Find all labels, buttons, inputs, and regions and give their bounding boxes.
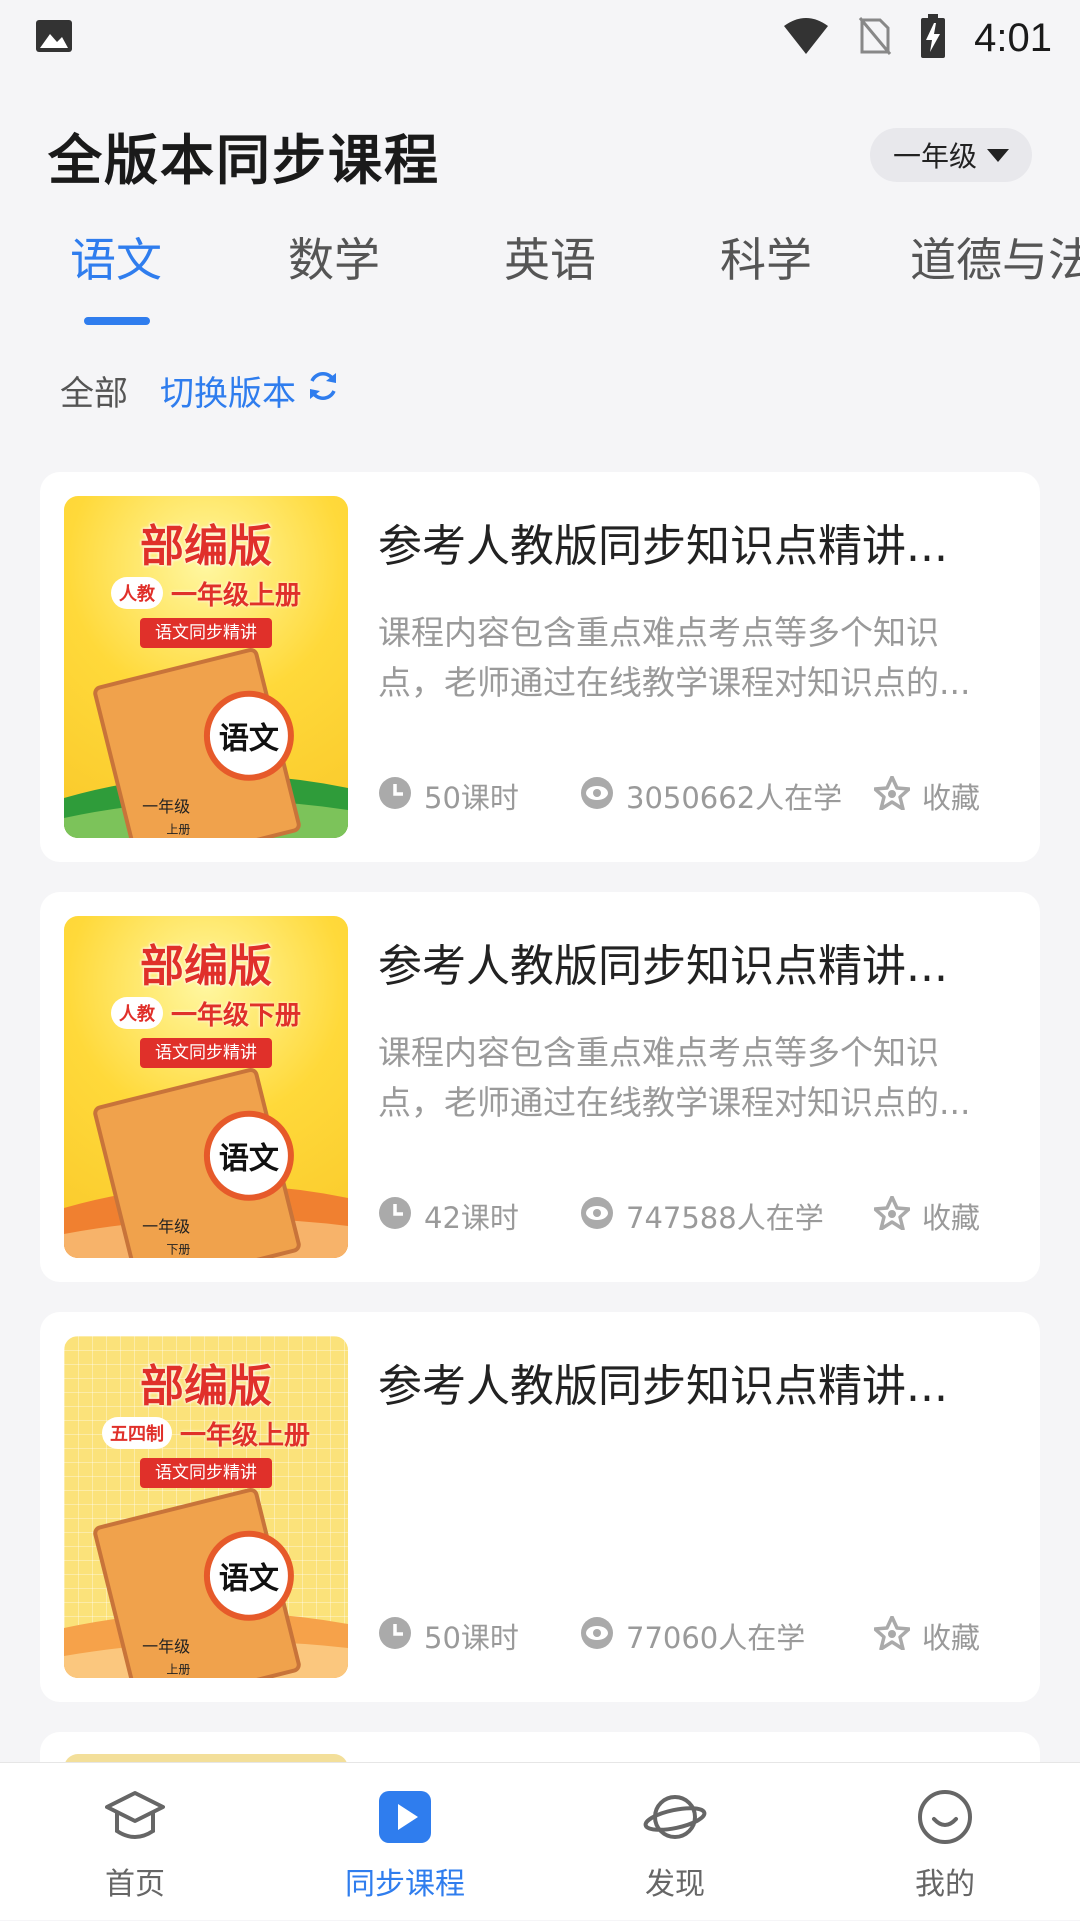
nav-mine[interactable]: 我的	[810, 1763, 1080, 1921]
nav-discover[interactable]: 发现	[540, 1763, 810, 1921]
tab-chinese[interactable]: 语文	[70, 220, 162, 320]
cover-subtitle: 语文同步精讲	[140, 1458, 272, 1488]
course-card[interactable]: 部编版 人教 一年级上册 语文同步精讲 语文 一年级 上册 参考人教版同步知识点…	[40, 472, 1040, 862]
course-title: 参考人教版同步知识点精讲...	[378, 521, 948, 572]
nav-mine-label: 我的	[915, 1867, 975, 1902]
planet-icon	[643, 1789, 707, 1849]
eye-icon	[580, 1616, 614, 1657]
course-meta: 42课时 747588人在学 收藏	[378, 1192, 1018, 1240]
tab-math[interactable]: 数学	[288, 220, 380, 320]
learner-count: 77060人在学	[580, 1612, 805, 1660]
favorite-button[interactable]: 收藏	[873, 772, 980, 820]
course-title: 参考人教版同步知识点精讲...	[378, 1361, 948, 1412]
clock-icon	[378, 1196, 412, 1237]
nav-sync-courses[interactable]: 同步课程	[270, 1763, 540, 1921]
course-cover-image: 部编版 人教 一年级下册 语文同步精讲 语文 一年级 下册	[64, 916, 348, 1258]
tab-english[interactable]: 英语	[504, 220, 596, 320]
lesson-count: 42课时	[378, 1192, 519, 1240]
no-sim-icon	[858, 16, 892, 60]
favorite-button[interactable]: 收藏	[873, 1612, 980, 1660]
page-title: 全版本同步课程	[48, 128, 440, 192]
grade-selector[interactable]: 一年级	[870, 128, 1032, 182]
switch-edition-label: 切换版本	[160, 373, 296, 414]
subject-tabs: 语文 数学 英语 科学 道德与法	[0, 220, 1080, 330]
cover-book: 语文 一年级 下册	[91, 1066, 303, 1258]
cover-badge: 五四制	[101, 1417, 172, 1449]
course-cover-image: 部编版 五四制 一年级上册 语文同步精讲 语文 一年级 上册	[64, 1336, 348, 1678]
learner-count: 747588人在学	[580, 1192, 824, 1240]
active-tab-indicator	[84, 317, 150, 325]
star-icon	[873, 1194, 911, 1237]
image-notification-icon	[34, 18, 74, 58]
filter-all[interactable]: 全部	[60, 366, 128, 415]
cover-title: 部编版	[140, 521, 272, 572]
cover-subtitle: 语文同步精讲	[140, 618, 272, 648]
course-meta: 50课时 77060人在学 收藏	[378, 1612, 1018, 1660]
nav-home[interactable]: 首页	[0, 1763, 270, 1921]
cover-badge: 人教	[110, 997, 163, 1029]
switch-edition-button[interactable]: 切换版本	[160, 366, 340, 415]
eye-icon	[580, 776, 614, 817]
cover-book: 语文 一年级 上册	[91, 1486, 303, 1678]
course-card[interactable]: 部编版 五四制 一年级上册 语文同步精讲 语文 一年级 上册 参考人教版同步知识…	[40, 1312, 1040, 1702]
eye-icon	[580, 1196, 614, 1237]
header: 全版本同步课程 一年级	[0, 110, 1080, 200]
cover-grade: 一年级下册	[170, 1000, 301, 1031]
nav-home-label: 首页	[105, 1867, 165, 1902]
star-icon	[873, 774, 911, 817]
course-description: 课程内容包含重点难点考点等多个知识 点，老师通过在线教学课程对知识点的...	[378, 613, 971, 702]
course-meta: 50课时 3050662人在学 收藏	[378, 772, 1018, 820]
course-description: 课程内容包含重点难点考点等多个知识 点，老师通过在线教学课程对知识点的...	[378, 1033, 971, 1122]
smile-icon	[917, 1789, 973, 1849]
lesson-count: 50课时	[378, 772, 519, 820]
clock-icon	[378, 1616, 412, 1657]
play-icon	[377, 1789, 433, 1849]
course-title: 参考人教版同步知识点精讲...	[378, 941, 948, 992]
nav-discover-label: 发现	[645, 1867, 705, 1902]
bottom-navigation: 首页 同步课程 发现 我的	[0, 1762, 1080, 1920]
wifi-icon	[782, 16, 830, 60]
caret-down-icon	[987, 148, 1009, 162]
cover-subtitle: 语文同步精讲	[140, 1038, 272, 1068]
refresh-icon	[306, 369, 340, 412]
course-card[interactable]: 部编版 人教 一年级下册 语文同步精讲 语文 一年级 下册 参考人教版同步知识点…	[40, 892, 1040, 1282]
grade-selector-label: 一年级	[892, 140, 977, 173]
graduation-cap-icon	[105, 1789, 165, 1849]
nav-sync-courses-label: 同步课程	[345, 1867, 465, 1902]
star-icon	[873, 1614, 911, 1657]
battery-charging-icon	[920, 14, 946, 62]
cover-title: 部编版	[140, 941, 272, 992]
status-bar: 4:01	[0, 0, 1080, 76]
tab-science[interactable]: 科学	[720, 220, 812, 320]
status-time: 4:01	[974, 15, 1052, 60]
cover-grade: 一年级上册	[170, 580, 301, 611]
tab-morality-law[interactable]: 道德与法	[910, 220, 1080, 320]
lesson-count: 50课时	[378, 1612, 519, 1660]
clock-icon	[378, 776, 412, 817]
favorite-button[interactable]: 收藏	[873, 1192, 980, 1240]
learner-count: 3050662人在学	[580, 772, 842, 820]
course-cover-image: 部编版 人教 一年级上册 语文同步精讲 语文 一年级 上册	[64, 496, 348, 838]
filter-row: 全部 切换版本	[60, 362, 340, 418]
cover-badge: 人教	[110, 577, 163, 609]
cover-book: 语文 一年级 上册	[91, 646, 303, 838]
cover-title: 部编版	[140, 1361, 272, 1412]
status-indicators: 4:01	[782, 14, 1052, 62]
cover-grade: 一年级上册	[179, 1420, 310, 1451]
